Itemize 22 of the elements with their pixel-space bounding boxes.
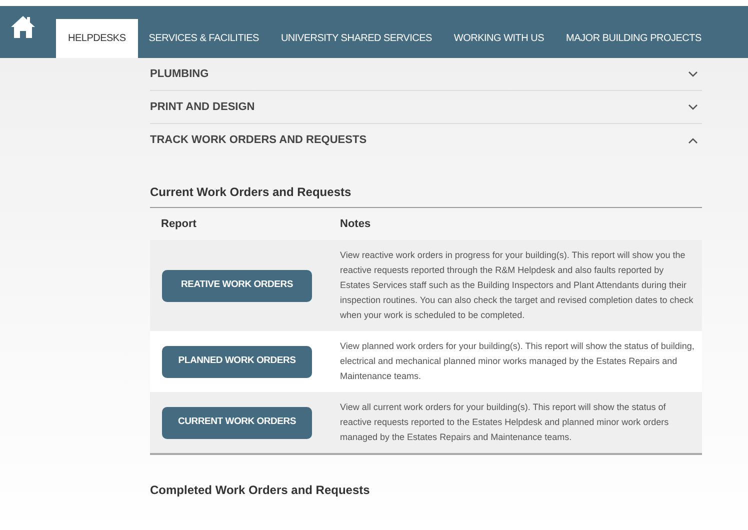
chevron-down-icon[interactable] [688, 104, 698, 110]
report-button[interactable]: CURRENT WORK ORDERS [162, 406, 312, 438]
section-heading: Current Work Orders and Requests [150, 183, 702, 208]
report-button[interactable]: REATIVE WORK ORDERS [162, 270, 312, 302]
nav-tab[interactable]: WORKING WITH US [442, 19, 556, 58]
notes-text: View reactive work orders in progress for your building(s). This report will show you the reactive requests reported through the R&M Helpdesk and also faults reported by Estates Services staff such as the Building Inspectors and Plant Attendants during their inspection routines. You can also check the target and revised completion dates to check when your work is scheduled to be completed. [340, 249, 694, 322]
accordion-header[interactable]: TRACK WORK ORDERS AND REQUESTS [150, 132, 367, 149]
section-heading: Completed Work Orders and Requests [150, 482, 371, 499]
home-icon[interactable] [10, 15, 36, 39]
accordion-header[interactable]: PLUMBING [150, 66, 209, 82]
nav-tab[interactable]: HELPDESKS [56, 19, 138, 58]
column-header: Report [160, 216, 198, 232]
chevron-down-icon[interactable] [688, 71, 698, 77]
notes-text: View planned work orders for your building(s). This report will show the status of building, electrical and mechanical planned minor works managed by the Estates Repairs and Maintenance teams. [340, 340, 695, 383]
chevron-up-icon[interactable] [688, 138, 698, 144]
nav-tab[interactable]: SERVICES & FACILITIES [138, 19, 270, 58]
notes-text: View all current work orders for your building(s). This report will show the status of reactive requests reported to the Estates Helpdesk and planned minor work orders managed by the Estates Repairs and Maintenance teams. [340, 401, 670, 444]
nav-tab[interactable]: UNIVERSITY SHARED SERVICES [270, 19, 443, 58]
column-header: Notes [340, 216, 371, 232]
accordion-header[interactable]: PRINT AND DESIGN [150, 98, 255, 116]
nav-tab[interactable]: MAJOR BUILDING PROJECTS [555, 19, 712, 58]
report-button[interactable]: PLANNED WORK ORDERS [162, 346, 312, 378]
